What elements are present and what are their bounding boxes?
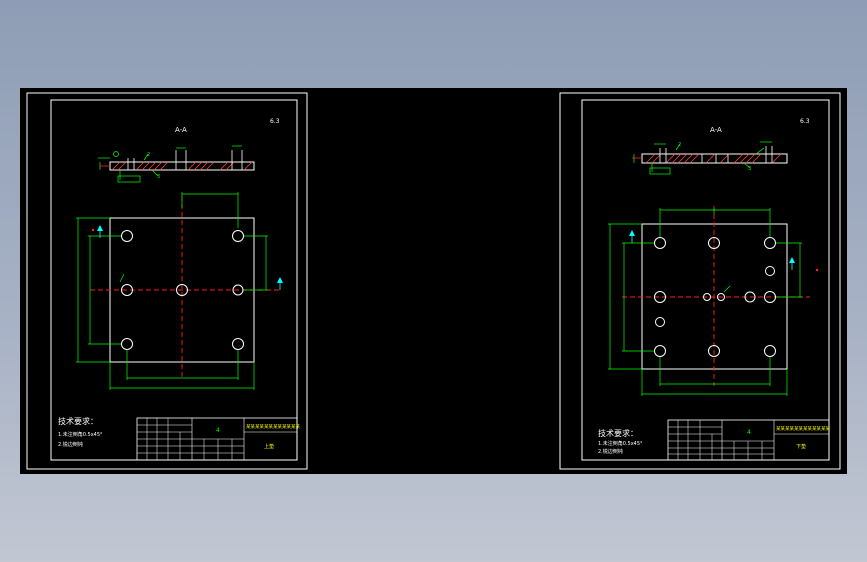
right-tech-note-1: 1.未注倒角0.5x45° — [598, 440, 643, 447]
left-sheet[interactable]: A-A 6.3 2 3 技术要求： 1.未注倒角0.5x45° 2.锐边倒钝 4… — [26, 92, 308, 470]
right-hole-3 — [764, 237, 776, 249]
right-hole-1 — [654, 237, 666, 249]
right-part-ref-2: 2 — [678, 142, 681, 148]
left-block-title: 某某某某某某某某某某某某 — [246, 424, 300, 430]
right-hole-10 — [655, 317, 665, 327]
left-hole-tr — [232, 230, 244, 242]
left-part-ref-2: 2 — [147, 152, 150, 158]
left-tech-heading: 技术要求： — [58, 416, 98, 426]
right-tech-heading: 技术要求： — [598, 428, 638, 438]
right-tech-note-2: 2.锐边倒钝 — [598, 448, 623, 455]
right-section-view — [632, 141, 788, 175]
right-hole-11 — [654, 345, 666, 357]
right-title-block — [667, 419, 830, 461]
right-part-ref-3: 3 — [748, 166, 751, 172]
right-block-title: 某某某某某某某某某某某某 — [776, 426, 830, 432]
right-hole-13 — [764, 345, 776, 357]
left-plan-view — [76, 192, 283, 390]
right-block-code: 下垫 — [796, 443, 806, 450]
drawing-canvas: A-A 6.3 2 3 技术要求： 1.未注倒角0.5x45° 2.锐边倒钝 4… — [26, 92, 841, 470]
right-title-cell: 4 — [747, 429, 751, 436]
left-hole-bl — [121, 338, 133, 350]
left-tech-note-2: 2.锐边倒钝 — [58, 441, 83, 448]
right-section-label: A-A — [710, 126, 722, 134]
right-plan-view — [608, 206, 819, 396]
left-block-code: 上垫 — [264, 443, 274, 450]
left-section-view — [98, 145, 255, 183]
right-hole-4 — [765, 266, 775, 276]
left-roughness: 6.3 — [270, 118, 280, 125]
right-sheet-border — [559, 92, 841, 470]
left-title-cell: 4 — [216, 427, 220, 434]
cad-viewport[interactable]: A-A 6.3 2 3 技术要求： 1.未注倒角0.5x45° 2.锐边倒钝 4… — [20, 88, 847, 474]
left-hole-tl — [121, 230, 133, 242]
left-part-ref-3: 3 — [157, 174, 160, 180]
left-section-label: A-A — [175, 126, 187, 134]
left-hole-br — [232, 338, 244, 350]
left-tech-note-1: 1.未注倒角0.5x45° — [58, 431, 103, 438]
right-roughness: 6.3 — [800, 118, 810, 125]
left-sheet-border — [26, 92, 308, 470]
right-sheet[interactable]: A-A 6.3 2 3 技术要求： 1.未注倒角0.5x45° 2.锐边倒钝 4… — [559, 92, 841, 470]
left-sheet-frame — [50, 99, 298, 461]
